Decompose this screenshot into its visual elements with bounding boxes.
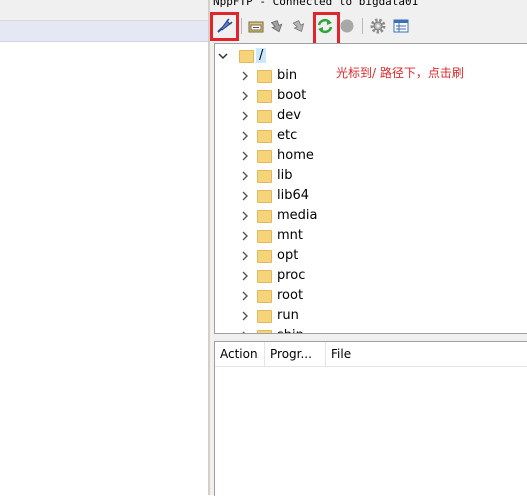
folder-icon	[239, 50, 254, 63]
folder-icon	[257, 290, 272, 303]
toolbar-separator	[362, 18, 363, 34]
tree-item[interactable]: lib	[215, 166, 527, 186]
tree-root-row[interactable]: /	[215, 46, 527, 66]
panel-title-bar: NppFTP - Connected to bigdata01	[210, 0, 527, 9]
highlight-box-connect	[210, 12, 239, 41]
folder-icon	[257, 130, 272, 143]
tree-item-label: boot	[277, 88, 307, 103]
ftp-toolbar	[210, 10, 527, 49]
tree-item[interactable]: mnt	[215, 226, 527, 246]
column-action[interactable]: Action	[215, 342, 265, 366]
tree-item[interactable]: proc	[215, 266, 527, 286]
tree-item-label: bin	[277, 68, 298, 83]
folder-icon	[257, 310, 272, 323]
collapsed-chevron-icon[interactable]	[238, 126, 252, 146]
folder-icon	[257, 110, 272, 123]
collapsed-chevron-icon[interactable]	[238, 146, 252, 166]
folder-icon	[257, 210, 272, 223]
queue-header: Action Progr... File	[215, 342, 527, 367]
tree-item-label: home	[277, 148, 314, 163]
folder-icon	[257, 150, 272, 163]
tree-item-label: proc	[277, 268, 306, 283]
tree-item-label: dev	[277, 108, 301, 123]
upload-arrow-icon	[292, 20, 305, 33]
collapsed-chevron-icon[interactable]	[238, 306, 252, 326]
tree-item-label: lib64	[277, 188, 310, 203]
folder-icon	[257, 250, 272, 263]
folder-icon	[257, 90, 272, 103]
gear-icon	[370, 18, 386, 34]
message-window-icon	[393, 19, 409, 33]
abort-circle-icon	[340, 19, 354, 33]
tree-item[interactable]: sbin	[215, 326, 527, 333]
panel-title: NppFTP - Connected to bigdata01	[213, 0, 419, 8]
tree-item[interactable]: root	[215, 286, 527, 306]
toolbar-separator	[241, 18, 242, 34]
download-arrow-icon	[270, 20, 283, 33]
folder-icon	[257, 190, 272, 203]
tree-item-label: run	[277, 308, 299, 323]
tree-item-label: etc	[277, 128, 298, 143]
abort-button[interactable]	[337, 16, 357, 36]
tree-item[interactable]: boot	[215, 86, 527, 106]
remote-directory-tree: / 光标到/ 路径下，点击刷 bin boot dev etc home lib lib64…	[214, 43, 527, 334]
folder-icon	[257, 230, 272, 243]
tree-item-label: mnt	[277, 228, 303, 243]
folder-icon	[257, 70, 272, 83]
folder-icon	[257, 330, 272, 333]
collapsed-chevron-icon[interactable]	[238, 206, 252, 226]
settings-button[interactable]	[368, 16, 388, 36]
column-progress[interactable]: Progr...	[265, 342, 326, 366]
upload-button[interactable]	[290, 16, 310, 36]
tree-item-label: root	[277, 288, 304, 303]
collapsed-chevron-icon[interactable]	[238, 226, 252, 246]
tree-item[interactable]: lib64	[215, 186, 527, 206]
tree-item-label: sbin	[277, 328, 304, 333]
collapsed-chevron-icon[interactable]	[238, 166, 252, 186]
nppftp-panel: NppFTP - Connected to bigdata01 / 光标到/ 路…	[210, 0, 527, 496]
tree-item[interactable]: dev	[215, 106, 527, 126]
tree-item[interactable]: home	[215, 146, 527, 166]
transfer-queue: Action Progr... File	[214, 341, 527, 496]
download-button[interactable]	[268, 16, 288, 36]
folder-icon	[257, 170, 272, 183]
collapsed-chevron-icon[interactable]	[238, 186, 252, 206]
left-pane-selected-row[interactable]	[0, 21, 208, 42]
tree-item[interactable]: etc	[215, 126, 527, 146]
tree-item-label: opt	[277, 248, 299, 263]
tree-item[interactable]: bin	[215, 66, 527, 86]
collapsed-chevron-icon[interactable]	[238, 286, 252, 306]
column-file[interactable]: File	[326, 342, 527, 366]
collapsed-chevron-icon[interactable]	[238, 86, 252, 106]
tree-root-label: /	[256, 48, 267, 63]
tree-item-label: media	[277, 208, 318, 223]
open-directory-button[interactable]	[246, 16, 266, 36]
tree-item[interactable]: media	[215, 206, 527, 226]
collapsed-chevron-icon[interactable]	[238, 266, 252, 286]
collapsed-chevron-icon[interactable]	[238, 106, 252, 126]
tree-item[interactable]: run	[215, 306, 527, 326]
folder-icon	[257, 270, 272, 283]
left-editor-pane	[0, 0, 208, 495]
left-pane-header	[0, 0, 208, 21]
expanded-chevron-icon[interactable]	[216, 46, 230, 66]
collapsed-chevron-icon[interactable]	[238, 246, 252, 266]
tree-item[interactable]: opt	[215, 246, 527, 266]
collapsed-chevron-icon[interactable]	[238, 326, 252, 333]
tree-item-label: lib	[277, 168, 293, 183]
collapsed-chevron-icon[interactable]	[238, 66, 252, 86]
open-directory-icon	[248, 21, 264, 33]
message-window-button[interactable]	[391, 16, 411, 36]
